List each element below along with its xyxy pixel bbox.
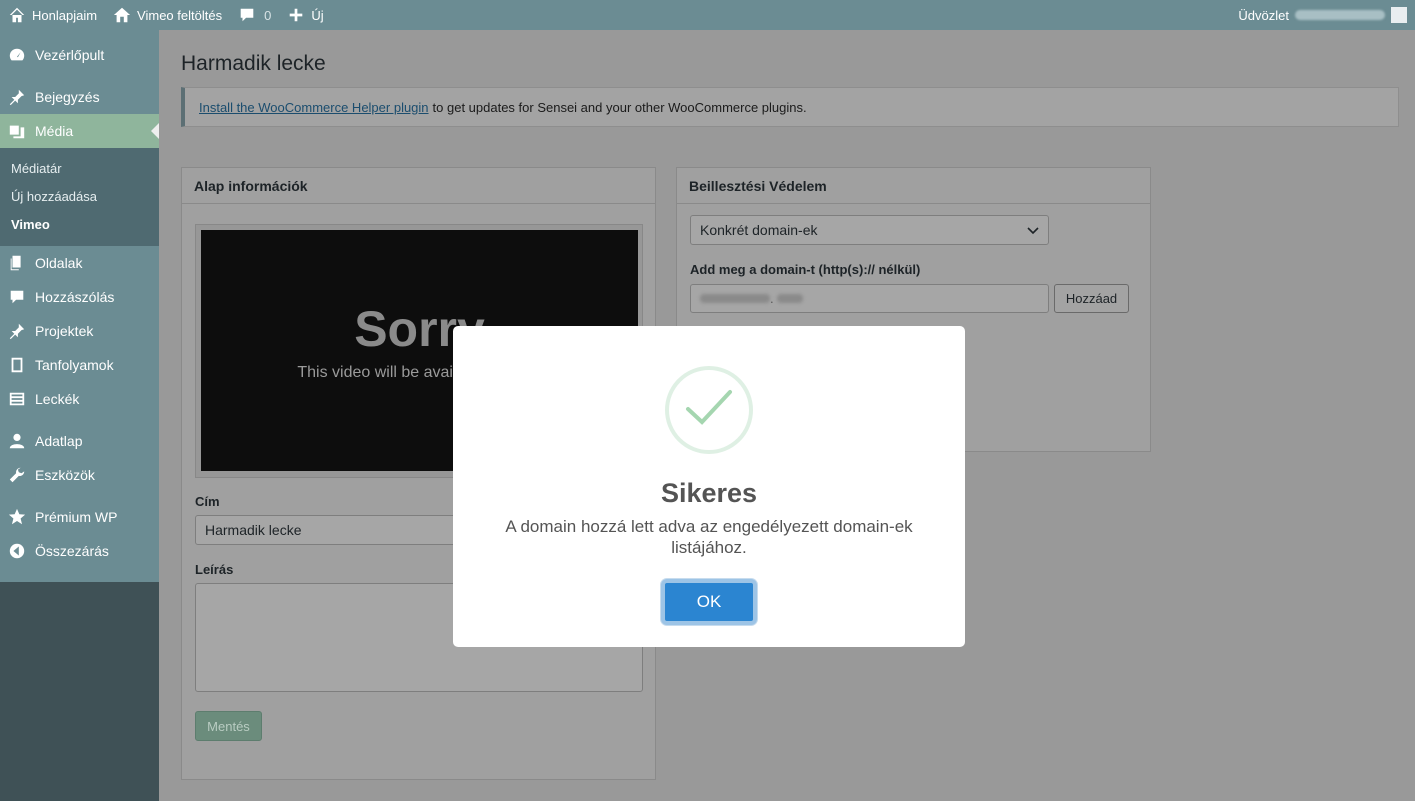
plus-icon	[290, 8, 303, 22]
admin-bar: Honlapjaim Vimeo feltöltés 0 Új Üdvözlet	[0, 0, 1415, 30]
avatar	[1391, 7, 1407, 23]
submenu-media-library[interactable]: Médiatár	[0, 154, 159, 182]
sidebar-item-posts[interactable]: Bejegyzés	[0, 80, 159, 114]
pin-icon	[9, 323, 25, 340]
vimeo-upload-link[interactable]: Vimeo feltöltés	[105, 0, 230, 30]
comment-icon	[240, 8, 254, 22]
sidebar-item-label: Oldalak	[35, 255, 83, 271]
sidebar-item-pages[interactable]: Oldalak	[0, 246, 159, 280]
media-icon	[9, 125, 25, 139]
title-label: Cím	[195, 494, 220, 509]
modal-title: Sikeres	[660, 478, 758, 508]
sidebar-item-courses[interactable]: Tanfolyamok	[0, 348, 159, 382]
dashboard-icon	[9, 48, 25, 61]
user-icon	[9, 433, 25, 449]
sidebar-item-premium-wp[interactable]: Prémium WP	[0, 500, 159, 534]
save-button[interactable]: Mentés	[195, 711, 262, 741]
basic-info-heading: Alap információk	[182, 168, 655, 204]
page-title: Harmadik lecke	[181, 52, 326, 75]
sidebar-item-lessons[interactable]: Leckék	[0, 382, 159, 416]
media-submenu: Médiatár Új hozzáadása Vimeo	[0, 148, 159, 246]
home-icon	[113, 7, 131, 23]
wrench-icon	[9, 467, 25, 483]
sidebar-item-label: Hozzászólás	[35, 289, 115, 305]
collapse-icon	[9, 543, 25, 559]
comments-count: 0	[264, 7, 272, 23]
domain-dot: .	[770, 291, 774, 306]
sidebar-item-label: Bejegyzés	[35, 89, 100, 105]
sidebar-item-label: Összezárás	[35, 543, 109, 559]
admin-sidebar: Vezérlőpult Bejegyzés Média Médiatár Új …	[0, 30, 159, 801]
notice-text: to get updates for Sensei and your other…	[432, 99, 807, 115]
install-helper-link[interactable]: Install the WooCommerce Helper plugin	[199, 100, 429, 115]
sidebar-item-label: Leckék	[35, 391, 80, 407]
ok-button[interactable]: OK	[661, 579, 757, 625]
admin-menu-rest: Oldalak Hozzászólás Projektek Tanfolyamo…	[0, 246, 159, 582]
woocommerce-notice: Install the WooCommerce Helper plugin to…	[181, 87, 1399, 127]
domain-mode-select[interactable]: Konkrét domain-ek	[690, 215, 1049, 245]
sites-icon	[9, 7, 25, 23]
sidebar-item-profile[interactable]: Adatlap	[0, 424, 159, 458]
sidebar-item-media[interactable]: Média	[0, 114, 159, 148]
site-menu[interactable]: Honlapjaim	[0, 0, 105, 30]
domain-blurred	[700, 294, 770, 303]
modal-message: A domain hozzá lett adva az engedélyezet…	[505, 517, 913, 557]
success-check-icon	[665, 366, 753, 454]
sidebar-item-label: Vezérlőpult	[35, 47, 105, 63]
username-blurred	[1295, 10, 1385, 20]
description-label: Leírás	[195, 562, 234, 577]
new-label: Új	[311, 7, 324, 23]
list-icon	[9, 392, 25, 406]
success-modal: Sikeres A domain hozzá lett adva az enge…	[453, 326, 965, 647]
star-icon	[8, 508, 26, 525]
chevron-down-icon	[1027, 227, 1039, 235]
sidebar-item-label: Eszközök	[35, 467, 95, 483]
pages-icon	[10, 255, 21, 271]
sidebar-item-projects[interactable]: Projektek	[0, 314, 159, 348]
domain-label: Add meg a domain-t (http(s):// nélkül)	[690, 262, 921, 277]
new-content-link[interactable]: Új	[279, 0, 331, 30]
sidebar-item-label: Adatlap	[35, 433, 83, 449]
sidebar-item-collapse[interactable]: Összezárás	[0, 534, 159, 568]
book-icon	[11, 357, 23, 373]
comment-icon	[10, 290, 24, 304]
tld-blurred	[776, 294, 803, 303]
domain-mode-value: Konkrét domain-ek	[700, 222, 818, 238]
comments-link[interactable]: 0	[230, 0, 279, 30]
admin-menu: Vezérlőpult Bejegyzés Média	[0, 30, 159, 148]
sidebar-item-label: Prémium WP	[35, 509, 118, 525]
submenu-add-new[interactable]: Új hozzáadása	[0, 182, 159, 210]
sidebar-item-label: Média	[35, 123, 74, 139]
upload-label: Vimeo feltöltés	[137, 7, 223, 23]
sidebar-item-dashboard[interactable]: Vezérlőpult	[0, 38, 159, 72]
sidebar-item-label: Projektek	[35, 323, 94, 339]
sidebar-item-tools[interactable]: Eszközök	[0, 458, 159, 492]
site-label: Honlapjaim	[32, 7, 98, 23]
greeting: Üdvözlet	[1238, 7, 1289, 23]
submenu-vimeo[interactable]: Vimeo	[0, 210, 159, 238]
add-domain-button[interactable]: Hozzáad	[1054, 284, 1129, 313]
pin-icon	[9, 89, 25, 106]
embed-protection-heading: Beillesztési Védelem	[677, 168, 1150, 204]
sidebar-item-comments[interactable]: Hozzászólás	[0, 280, 159, 314]
domain-input[interactable]: .	[690, 284, 1049, 313]
account-menu[interactable]: Üdvözlet	[1238, 7, 1415, 23]
sidebar-item-label: Tanfolyamok	[35, 357, 114, 373]
